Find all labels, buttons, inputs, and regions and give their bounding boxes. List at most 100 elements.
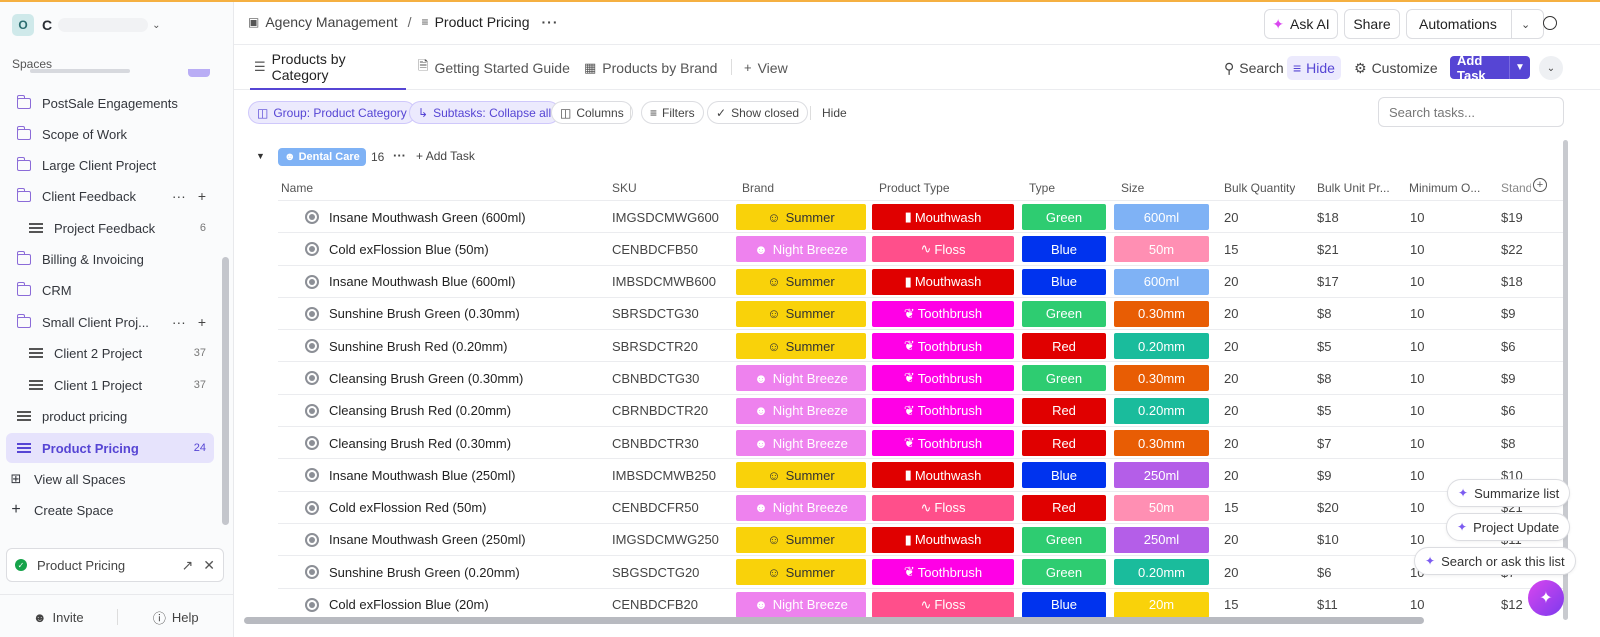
- table-row[interactable]: Sunshine Brush Red (0.20mm) SBRSDCTR20 ☺ Su…: [278, 329, 1568, 361]
- ask-list-button[interactable]: ✦ Search or ask this list: [1414, 547, 1576, 575]
- product-type-badge[interactable]: ∿ Floss: [872, 236, 1014, 263]
- bulk-unit-price-cell[interactable]: $20: [1317, 492, 1339, 524]
- table-row[interactable]: Cold exFlossion Blue (20m) CENBDCFB20 ☻ Nig…: [278, 587, 1568, 621]
- brand-badge[interactable]: ☺ Summer: [736, 462, 866, 489]
- sku-cell[interactable]: SBGSDCTG20: [612, 556, 699, 588]
- open-external-icon[interactable]: ↗: [182, 557, 194, 574]
- standard-price-cell[interactable]: $22: [1501, 233, 1551, 265]
- sidebar-item[interactable]: Product Pricing 24: [6, 433, 214, 463]
- sku-cell[interactable]: IMBSDCMWB600: [612, 266, 716, 298]
- standard-price-cell[interactable]: $6: [1501, 330, 1551, 362]
- view-hide-button[interactable]: ≡ Hide: [1287, 56, 1341, 80]
- bulk-quantity-cell[interactable]: 20: [1224, 524, 1238, 556]
- size-badge[interactable]: 50m: [1114, 236, 1209, 263]
- view-search-button[interactable]: ⚲ Search: [1224, 56, 1284, 80]
- status-circle-icon[interactable]: [305, 371, 319, 386]
- caret-down-icon[interactable]: ▼: [256, 151, 265, 161]
- table-row[interactable]: Cold exFlossion Blue (50m) CENBDCFB50 ☻ Nig…: [278, 232, 1568, 264]
- brand-badge[interactable]: ☻ Night Breeze: [736, 236, 866, 263]
- bulk-quantity-cell[interactable]: 15: [1224, 492, 1238, 524]
- status-circle-icon[interactable]: [305, 500, 319, 515]
- ai-assistant-button[interactable]: ✦: [1528, 580, 1564, 616]
- horizontal-scrollbar[interactable]: [244, 617, 1424, 624]
- help-button[interactable]: ⓘ Help: [118, 608, 235, 627]
- status-circle-icon[interactable]: [305, 339, 319, 354]
- breadcrumb-space[interactable]: Agency Management: [265, 14, 397, 30]
- size-badge[interactable]: 600ml: [1114, 268, 1209, 295]
- product-type-badge[interactable]: ▮ Mouthwash: [872, 204, 1014, 230]
- table-row[interactable]: Insane Mouthwash Green (600ml) IMGSDCMWG6…: [278, 200, 1568, 232]
- product-type-badge[interactable]: ❦ Toothbrush: [872, 333, 1014, 360]
- brand-badge[interactable]: ☺ Summer: [736, 526, 866, 553]
- type-badge[interactable]: Blue: [1022, 591, 1106, 618]
- bulk-quantity-cell[interactable]: 20: [1224, 201, 1238, 233]
- sku-cell[interactable]: CENBDCFR50: [612, 492, 699, 524]
- type-badge[interactable]: Red: [1022, 397, 1106, 424]
- standard-price-cell[interactable]: $6: [1501, 395, 1551, 427]
- type-badge[interactable]: Blue: [1022, 268, 1106, 295]
- brand-badge[interactable]: ☺ Summer: [736, 204, 866, 230]
- plus-icon[interactable]: +: [198, 188, 206, 204]
- status-circle-icon[interactable]: [305, 468, 319, 483]
- sku-cell[interactable]: CENBDCFB20: [612, 589, 698, 621]
- sku-cell[interactable]: SBRSDCTR20: [612, 330, 698, 362]
- status-circle-icon[interactable]: [305, 597, 319, 612]
- minimum-order-cell[interactable]: 10: [1410, 298, 1424, 330]
- add-task-button[interactable]: Add Task ▼: [1450, 53, 1530, 83]
- status-circle-icon[interactable]: [305, 242, 319, 257]
- group-tag[interactable]: ☻ Dental Care: [278, 148, 366, 166]
- product-type-badge[interactable]: ∿ Floss: [872, 494, 1014, 521]
- standard-price-cell[interactable]: $8: [1501, 427, 1551, 459]
- task-name[interactable]: Insane Mouthwash Blue (600ml): [329, 266, 515, 298]
- sku-cell[interactable]: CBNBDCTG30: [612, 362, 699, 394]
- minimum-order-cell[interactable]: 10: [1410, 330, 1424, 362]
- table-row[interactable]: Cleansing Brush Red (0.30mm) CBNBDCTR30 ☻ N…: [278, 426, 1568, 458]
- bulk-quantity-cell[interactable]: 20: [1224, 362, 1238, 394]
- task-name[interactable]: Sunshine Brush Red (0.20mm): [329, 330, 507, 362]
- share-button[interactable]: Share: [1344, 9, 1400, 39]
- product-type-badge[interactable]: ❦ Toothbrush: [872, 397, 1014, 424]
- task-name[interactable]: Cold exFlossion Blue (20m): [329, 589, 489, 621]
- product-type-badge[interactable]: ∿ Floss: [872, 591, 1014, 618]
- sidebar-item[interactable]: product pricing: [6, 401, 214, 431]
- product-type-badge[interactable]: ❦ Toothbrush: [872, 430, 1014, 457]
- chevron-down-icon[interactable]: ▼: [1510, 62, 1530, 73]
- bulk-quantity-cell[interactable]: 20: [1224, 459, 1238, 491]
- bulk-quantity-cell[interactable]: 20: [1224, 298, 1238, 330]
- type-badge[interactable]: Blue: [1022, 462, 1106, 489]
- column-header-bulk-quantity[interactable]: Bulk Quantity: [1224, 181, 1295, 195]
- status-circle-icon[interactable]: [305, 210, 319, 224]
- sidebar-item[interactable]: Scope of Work: [6, 119, 214, 149]
- invite-button[interactable]: ☻ Invite: [0, 610, 117, 625]
- task-name[interactable]: Cleansing Brush Red (0.30mm): [329, 427, 511, 459]
- status-circle-icon[interactable]: [305, 403, 319, 418]
- bulk-unit-price-cell[interactable]: $17: [1317, 266, 1339, 298]
- minimum-order-cell[interactable]: 10: [1410, 427, 1424, 459]
- bulk-quantity-cell[interactable]: 15: [1224, 589, 1238, 621]
- brand-badge[interactable]: ☻ Night Breeze: [736, 494, 866, 521]
- minimum-order-cell[interactable]: 10: [1410, 395, 1424, 427]
- minimum-order-cell[interactable]: 10: [1410, 589, 1424, 621]
- type-badge[interactable]: Green: [1022, 526, 1106, 553]
- status-circle-icon[interactable]: [305, 565, 319, 580]
- size-badge[interactable]: 0.30mm: [1114, 430, 1209, 457]
- pinned-item[interactable]: ✓ Product Pricing ↗ ✕: [6, 548, 224, 582]
- bulk-unit-price-cell[interactable]: $6: [1317, 556, 1331, 588]
- summarize-list-button[interactable]: ✦ Summarize list: [1447, 479, 1571, 507]
- bulk-quantity-cell[interactable]: 20: [1224, 427, 1238, 459]
- minimum-order-cell[interactable]: 10: [1410, 266, 1424, 298]
- bulk-unit-price-cell[interactable]: $8: [1317, 362, 1331, 394]
- column-header-sku[interactable]: SKU: [612, 181, 637, 195]
- sidebar-item[interactable]: Small Client Proj... ··· +: [6, 307, 214, 337]
- more-options-icon[interactable]: ···: [542, 14, 559, 30]
- search-tasks-input[interactable]: Search tasks...: [1378, 97, 1564, 127]
- size-badge[interactable]: 0.20mm: [1114, 397, 1209, 424]
- column-header-bulk-unit-price[interactable]: Bulk Unit Pr...: [1317, 181, 1401, 195]
- sidebar-item[interactable]: + Create Space: [6, 495, 214, 525]
- product-type-badge[interactable]: ❦ Toothbrush: [872, 300, 1014, 327]
- add-column-icon[interactable]: +: [1533, 178, 1547, 192]
- table-row[interactable]: Insane Mouthwash Blue (250ml) IMBSDCMWB25…: [278, 458, 1568, 490]
- bulk-unit-price-cell[interactable]: $5: [1317, 395, 1331, 427]
- type-badge[interactable]: Green: [1022, 300, 1106, 327]
- size-badge[interactable]: 250ml: [1114, 462, 1209, 489]
